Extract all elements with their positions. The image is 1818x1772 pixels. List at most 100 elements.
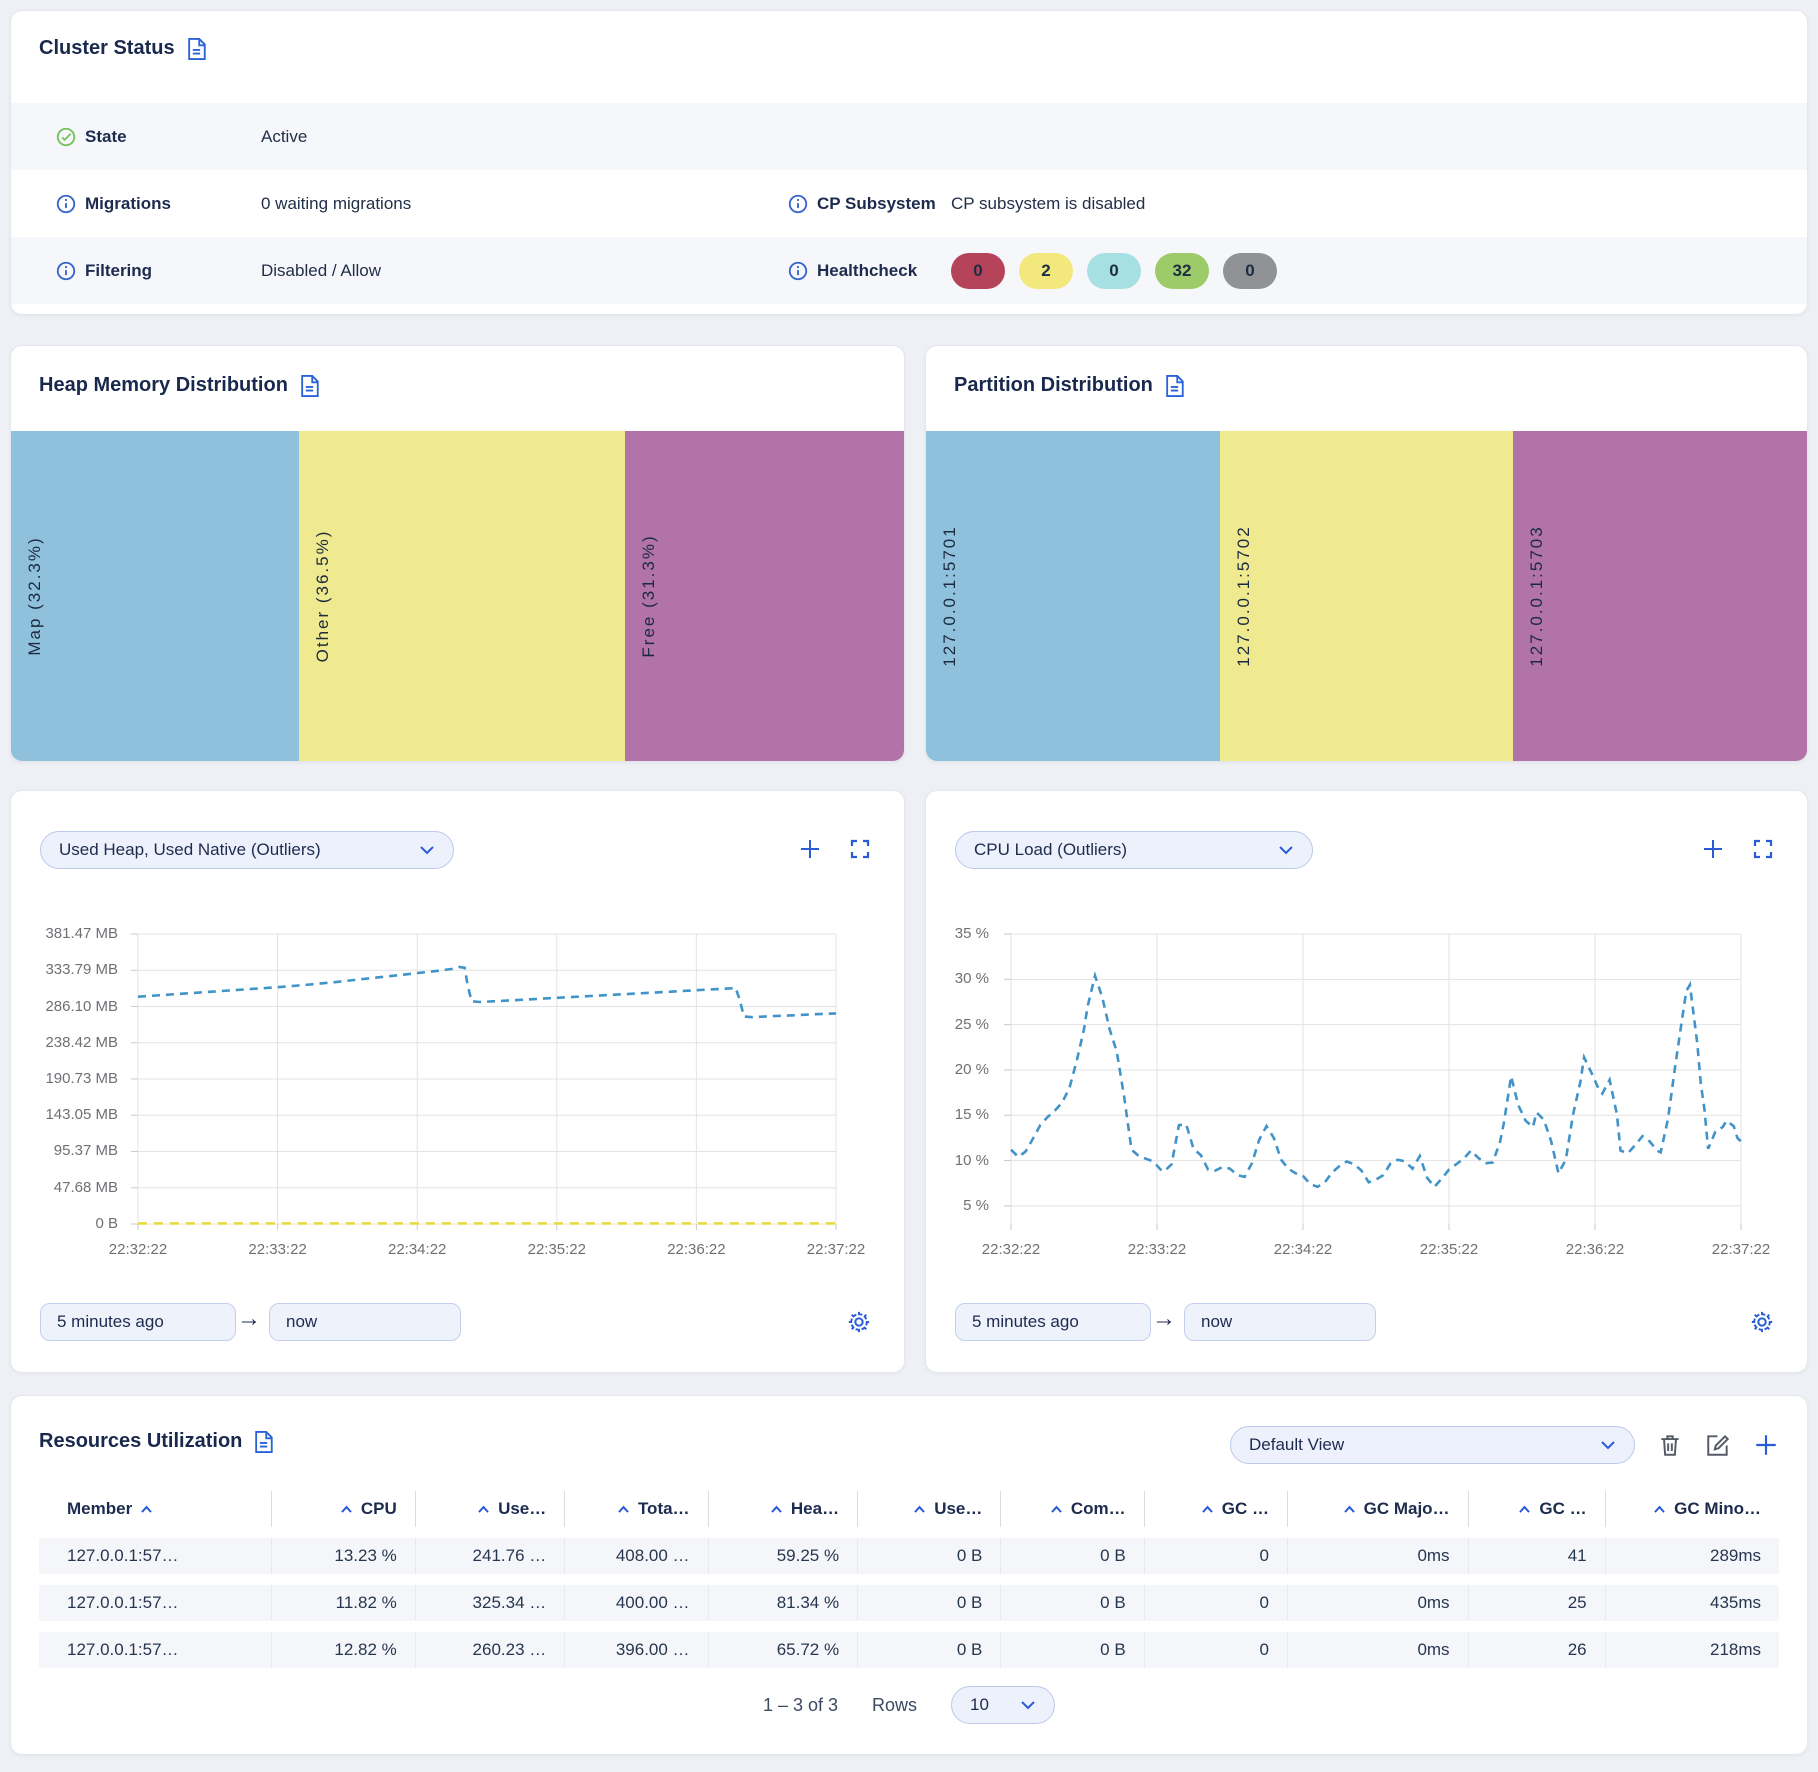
table-column-header[interactable]: CPU bbox=[271, 1491, 414, 1527]
table-column-header[interactable]: Hea… bbox=[708, 1491, 858, 1527]
sort-caret-icon bbox=[913, 1505, 926, 1514]
table-cell: 325.34 … bbox=[415, 1585, 565, 1621]
chart-canvas bbox=[138, 934, 836, 1224]
add-chart-button[interactable] bbox=[798, 837, 822, 861]
y-tick-label: 30 % bbox=[955, 970, 989, 987]
state-label: State bbox=[85, 127, 261, 147]
table-column-header[interactable]: GC … bbox=[1468, 1491, 1605, 1527]
table-column-header[interactable]: Com… bbox=[1000, 1491, 1143, 1527]
state-row: State Active bbox=[11, 103, 1807, 170]
table-cell: 11.82 % bbox=[271, 1585, 414, 1621]
table-row[interactable]: 127.0.0.1:57…13.23 %241.76 …408.00 …59.2… bbox=[39, 1538, 1779, 1574]
table-column-header[interactable]: Member bbox=[39, 1491, 271, 1527]
cluster-status-title: Cluster Status bbox=[39, 37, 175, 60]
docs-icon[interactable] bbox=[187, 38, 206, 60]
time-from-input[interactable]: 5 minutes ago bbox=[40, 1303, 236, 1341]
table-column-header[interactable]: GC … bbox=[1144, 1491, 1287, 1527]
info-icon[interactable] bbox=[55, 193, 77, 215]
table-column-header[interactable]: Use… bbox=[857, 1491, 1000, 1527]
metric-selector[interactable]: CPU Load (Outliers) bbox=[955, 831, 1313, 869]
table-cell: 0 B bbox=[1000, 1585, 1143, 1621]
y-tick-label: 47.68 MB bbox=[54, 1179, 118, 1196]
info-icon[interactable] bbox=[787, 260, 809, 282]
bar-segment-label: Map (32.3%) bbox=[25, 536, 45, 655]
x-tick-label: 22:32:22 bbox=[109, 1241, 167, 1258]
gear-icon[interactable] bbox=[846, 1309, 872, 1335]
table-row[interactable]: 127.0.0.1:57…12.82 %260.23 …396.00 …65.7… bbox=[39, 1632, 1779, 1668]
series-used-heap bbox=[138, 967, 836, 1017]
table-column-header[interactable]: GC Mino… bbox=[1605, 1491, 1779, 1527]
migrations-cp-row: Migrations 0 waiting migrations CP Subsy… bbox=[11, 170, 1807, 237]
table-cell: 241.76 … bbox=[415, 1538, 565, 1574]
check-circle-icon bbox=[55, 126, 77, 148]
page-size-selector[interactable]: 10 bbox=[951, 1686, 1055, 1724]
table-column-header[interactable]: GC Majo… bbox=[1287, 1491, 1468, 1527]
rows-label: Rows bbox=[872, 1695, 917, 1716]
migrations-label: Migrations bbox=[85, 194, 261, 214]
time-from-input[interactable]: 5 minutes ago bbox=[955, 1303, 1151, 1341]
cluster-status-panel: Cluster Status State Active Migrations 0… bbox=[10, 10, 1808, 315]
table-cell: 435ms bbox=[1605, 1585, 1779, 1621]
fullscreen-button[interactable] bbox=[1751, 837, 1775, 861]
docs-icon[interactable] bbox=[300, 375, 319, 397]
x-tick-label: 22:35:22 bbox=[1420, 1241, 1478, 1258]
x-axis-labels: 22:32:2222:33:2222:34:2222:35:2222:36:22… bbox=[1011, 1241, 1741, 1261]
table-cell: 0 B bbox=[857, 1632, 1000, 1668]
info-icon[interactable] bbox=[787, 193, 809, 215]
chevron-down-icon bbox=[1020, 1700, 1036, 1710]
table-cell: 81.34 % bbox=[708, 1585, 858, 1621]
table-cell: 0 B bbox=[1000, 1632, 1143, 1668]
healthcheck-badge: 32 bbox=[1155, 253, 1209, 289]
bar-segment-label: Free (31.3%) bbox=[639, 534, 659, 657]
table-cell: 396.00 … bbox=[564, 1632, 707, 1668]
sort-caret-icon bbox=[1653, 1505, 1666, 1514]
gear-icon[interactable] bbox=[1749, 1309, 1775, 1335]
table-cell: 12.82 % bbox=[271, 1632, 414, 1668]
table-column-header[interactable]: Tota… bbox=[564, 1491, 707, 1527]
table-cell: 0ms bbox=[1287, 1538, 1468, 1574]
y-tick-label: 0 B bbox=[95, 1215, 118, 1232]
delete-view-button[interactable] bbox=[1657, 1432, 1683, 1458]
table-row[interactable]: 127.0.0.1:57…11.82 %325.34 …400.00 …81.3… bbox=[39, 1585, 1779, 1621]
y-axis-labels: 35 %30 %25 %20 %15 %10 %5 % bbox=[926, 934, 999, 1224]
healthcheck-badge: 2 bbox=[1019, 253, 1073, 289]
edit-view-button[interactable] bbox=[1705, 1432, 1731, 1458]
used-heap-chart-panel: Used Heap, Used Native (Outliers) 381.47… bbox=[10, 790, 905, 1373]
add-view-button[interactable] bbox=[1753, 1432, 1779, 1458]
sort-caret-icon bbox=[1343, 1505, 1356, 1514]
arrow-right-icon: → bbox=[1152, 1305, 1176, 1333]
table-cell: 65.72 % bbox=[708, 1632, 858, 1668]
filtering-label: Filtering bbox=[85, 261, 261, 281]
add-chart-button[interactable] bbox=[1701, 837, 1725, 861]
bar-segment bbox=[1513, 431, 1807, 761]
chevron-down-icon bbox=[1278, 845, 1294, 855]
docs-icon[interactable] bbox=[1165, 375, 1184, 397]
info-icon[interactable] bbox=[55, 260, 77, 282]
docs-icon[interactable] bbox=[254, 1431, 273, 1453]
resources-utilization-panel: Resources Utilization Default View Membe… bbox=[10, 1395, 1808, 1755]
partition-distribution-title: Partition Distribution bbox=[954, 374, 1153, 397]
view-selector[interactable]: Default View bbox=[1230, 1426, 1635, 1464]
metric-selector[interactable]: Used Heap, Used Native (Outliers) bbox=[40, 831, 454, 869]
x-tick-label: 22:33:22 bbox=[1128, 1241, 1186, 1258]
chart-plot bbox=[138, 934, 836, 1224]
y-tick-label: 143.05 MB bbox=[45, 1106, 118, 1123]
sort-caret-icon bbox=[1518, 1505, 1531, 1514]
table-cell: 260.23 … bbox=[415, 1632, 565, 1668]
table-column-header[interactable]: Use… bbox=[415, 1491, 565, 1527]
x-tick-label: 22:32:22 bbox=[982, 1241, 1040, 1258]
time-to-input[interactable]: now bbox=[1184, 1303, 1376, 1341]
fullscreen-button[interactable] bbox=[848, 837, 872, 861]
resources-table: MemberCPUUse…Tota…Hea…Use…Com…GC …GC Maj… bbox=[39, 1491, 1779, 1668]
x-tick-label: 22:34:22 bbox=[1274, 1241, 1332, 1258]
bar-segment bbox=[926, 431, 1220, 761]
page-size-value: 10 bbox=[970, 1695, 989, 1715]
x-tick-label: 22:35:22 bbox=[528, 1241, 586, 1258]
table-cell: 0 bbox=[1144, 1538, 1287, 1574]
filtering-value: Disabled / Allow bbox=[261, 261, 381, 281]
series-cpu-load bbox=[1011, 976, 1741, 1187]
resources-title: Resources Utilization bbox=[39, 1430, 242, 1453]
y-tick-label: 381.47 MB bbox=[45, 925, 118, 942]
time-to-input[interactable]: now bbox=[269, 1303, 461, 1341]
healthcheck-badge: 0 bbox=[951, 253, 1005, 289]
